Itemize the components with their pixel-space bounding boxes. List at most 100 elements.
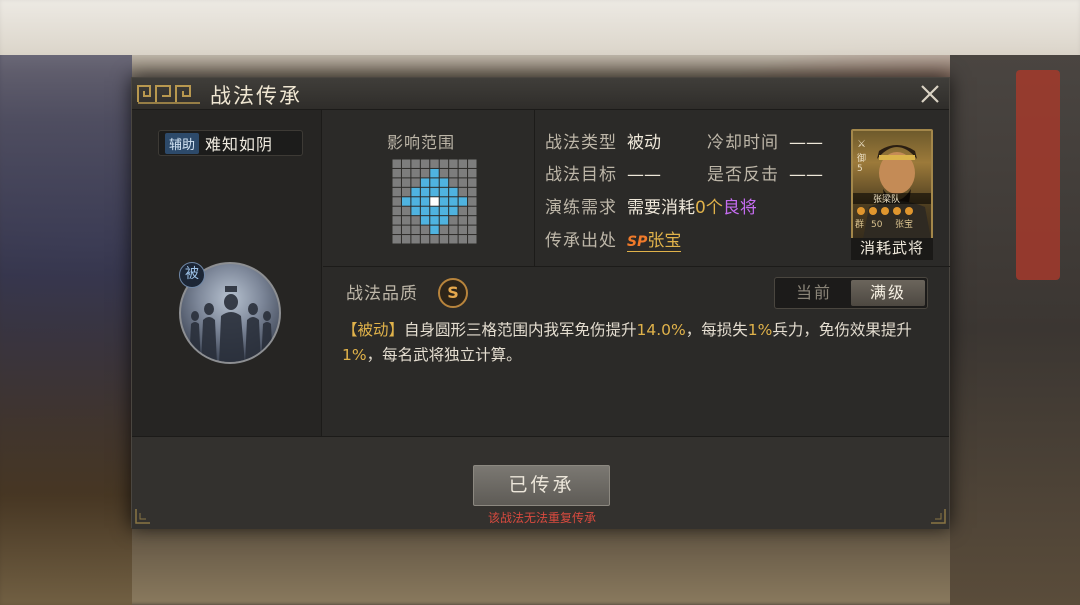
range-cell — [468, 168, 477, 178]
range-cell — [411, 168, 420, 178]
range-center-cell — [430, 197, 439, 206]
range-cell — [401, 168, 411, 178]
range-cell — [449, 159, 458, 168]
range-cell — [468, 159, 477, 168]
desc-value3: 1% — [342, 346, 367, 364]
range-cell — [449, 168, 458, 178]
background-top-bar — [0, 0, 1080, 55]
general-face-icon: ⚔ 御 5 张梁队 群 50 张宝 — [853, 139, 931, 239]
range-cell — [420, 168, 430, 178]
close-icon[interactable] — [917, 81, 943, 107]
dialog-footer: 已传承 该战法无法重复传承 — [132, 436, 949, 529]
range-cell-active — [430, 225, 439, 235]
range-grid — [392, 159, 477, 244]
range-cell-active — [430, 206, 439, 216]
portrait-team: 张梁队 — [873, 193, 900, 205]
range-cell — [468, 235, 477, 244]
level-toggle: 当前 满级 — [774, 277, 928, 309]
corner-ornament-icon — [931, 509, 946, 524]
range-cell-active — [449, 197, 458, 206]
range-cell-active — [430, 168, 439, 178]
range-cell — [420, 225, 430, 235]
range-cell — [411, 159, 420, 168]
range-cell — [439, 225, 449, 235]
desc-text2: ，每损失 — [685, 321, 748, 339]
portrait-faction: 群 — [855, 218, 864, 230]
consume-general-label: 消耗武将 — [851, 238, 933, 260]
svg-text:御: 御 — [857, 152, 866, 164]
range-cell — [401, 206, 411, 216]
desc-text4: ，每名武将独立计算。 — [366, 346, 522, 364]
train-label: 演练需求 — [545, 198, 617, 218]
range-cell — [468, 225, 477, 235]
range-cell — [458, 216, 468, 225]
info-row-train: 演练需求 需要消耗0个良将 — [545, 193, 757, 218]
range-cell — [449, 225, 458, 235]
range-cell — [401, 178, 411, 187]
range-cell-active — [458, 197, 468, 206]
range-cell — [468, 187, 477, 197]
target-value: —— — [627, 165, 661, 185]
range-cell — [401, 159, 411, 168]
range-cell-active — [430, 216, 439, 225]
quality-grade-badge: S — [438, 278, 468, 308]
portrait-level: 50 — [871, 220, 883, 230]
range-cell-active — [411, 187, 420, 197]
train-prefix: 需要消耗 — [627, 198, 695, 218]
range-panel: 影响范围 — [323, 110, 533, 266]
type-label: 战法类型 — [545, 133, 617, 153]
range-cell — [401, 187, 411, 197]
range-cell — [449, 235, 458, 244]
skill-name: 难知如阴 — [205, 135, 274, 154]
range-cell-active — [439, 178, 449, 187]
range-cell — [458, 206, 468, 216]
range-cell — [401, 225, 411, 235]
desc-text1: 自身圆形三格范围内我军免伤提升 — [404, 321, 637, 339]
range-cell — [458, 178, 468, 187]
info-row-origin: 传承出处 SP张宝 — [545, 226, 682, 252]
portrait-name: 张宝 — [895, 218, 913, 230]
range-cell-active — [401, 197, 411, 206]
counter-label: 是否反击 — [707, 165, 779, 185]
range-cell — [458, 235, 468, 244]
toggle-current[interactable]: 当前 — [777, 280, 851, 306]
range-cell-active — [439, 206, 449, 216]
range-cell — [420, 235, 430, 244]
range-cell — [439, 168, 449, 178]
range-cell-active — [420, 216, 430, 225]
range-cell-active — [420, 187, 430, 197]
inherited-button[interactable]: 已传承 — [473, 465, 610, 506]
range-cell — [458, 187, 468, 197]
range-cell — [468, 178, 477, 187]
range-cell — [392, 216, 401, 225]
range-cell — [430, 159, 439, 168]
toggle-max-level[interactable]: 满级 — [851, 280, 925, 306]
type-value: 被动 — [627, 133, 661, 153]
train-value: 需要消耗0个良将 — [627, 198, 757, 218]
range-cell — [468, 216, 477, 225]
info-row-cooldown: 冷却时间 —— — [707, 128, 823, 153]
range-cell — [458, 159, 468, 168]
title-ornament-icon — [137, 85, 200, 104]
range-cell — [458, 168, 468, 178]
range-cell — [392, 235, 401, 244]
skill-type-tag: 辅助 — [165, 132, 200, 154]
range-cell-active — [420, 197, 430, 206]
range-label: 影响范围 — [387, 133, 456, 152]
origin-name: 张宝 — [647, 231, 682, 251]
origin-link[interactable]: SP张宝 — [627, 231, 682, 252]
desc-value1: 14.0% — [636, 321, 686, 339]
quality-label: 战法品质 — [346, 279, 418, 304]
range-cell-active — [411, 197, 420, 206]
cooldown-label: 冷却时间 — [707, 133, 779, 153]
train-count: 0个 — [695, 198, 723, 218]
info-row-type: 战法类型 被动 — [545, 128, 661, 153]
range-cell — [392, 187, 401, 197]
range-cell-active — [430, 187, 439, 197]
counter-value: —— — [789, 165, 823, 185]
range-cell-active — [449, 206, 458, 216]
skill-name-tag: 辅助 难知如阴 — [158, 130, 303, 156]
info-row-counter: 是否反击 —— — [707, 160, 823, 185]
range-cell — [392, 197, 401, 206]
skill-inherit-dialog: 战法传承 辅助 难知如阴 被 影响范围 战法类型 被动 冷却时间 —— 战法目标… — [131, 77, 950, 529]
